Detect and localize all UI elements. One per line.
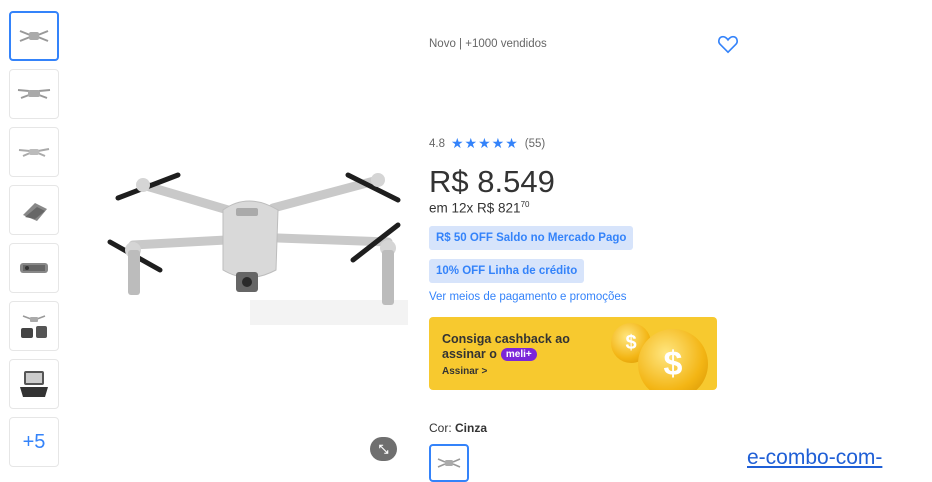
color-value: Cinza	[455, 421, 488, 435]
thumbnail-7[interactable]	[9, 359, 59, 409]
thumbnail-3[interactable]	[9, 127, 59, 177]
rating-value: 4.8	[429, 137, 445, 150]
star-rating-icon: ★★★★★	[451, 135, 519, 151]
color-label: Cor: Cinza	[429, 421, 488, 435]
subscribe-link[interactable]: Assinar >	[442, 366, 487, 377]
thumbnail-2[interactable]	[9, 69, 59, 119]
payment-methods-link[interactable]: Ver meios de pagamento e promoções	[429, 291, 627, 303]
review-count: (55)	[524, 137, 546, 150]
coin-icon: $	[638, 329, 708, 390]
url-fragment-link[interactable]: e-combo-com-	[747, 446, 882, 470]
discount-badge-credit: 10% OFF Linha de crédito	[429, 259, 585, 283]
condition-sales-label: Novo | +1000 vendidos	[429, 38, 547, 50]
more-images-button[interactable]: +5	[9, 417, 59, 467]
rating-summary[interactable]: 4.8 ★★★★★ (55)	[429, 135, 545, 152]
drone-kit-icon	[21, 315, 47, 338]
drone-folded-icon	[23, 203, 47, 221]
installments: em 12x R$ 82170	[429, 200, 530, 216]
drone-image	[107, 172, 401, 305]
drone-front-icon	[19, 30, 49, 42]
remote-controller-icon	[20, 371, 48, 397]
zoom-icon[interactable]: ⤡	[370, 437, 397, 461]
color-option-gray[interactable]	[429, 444, 469, 482]
heart-icon[interactable]	[717, 34, 739, 54]
cashback-title-line1: Consiga cashback ao	[442, 332, 570, 346]
thumbnail-5[interactable]	[9, 243, 59, 293]
thumbnail-1[interactable]	[9, 11, 59, 61]
drone-side-icon	[17, 89, 51, 99]
main-product-image[interactable]	[98, 150, 408, 325]
cashback-banner[interactable]: Consiga cashback ao assinar o meli+ Assi…	[429, 317, 717, 390]
drone-angle-icon	[18, 148, 50, 157]
cashback-title-line2: assinar o meli+	[442, 347, 537, 361]
drone-camera-icon	[20, 263, 48, 273]
price: R$ 8.549	[429, 164, 555, 199]
thumbnail-6[interactable]	[9, 301, 59, 351]
drone-front-icon	[437, 458, 461, 468]
thumbnail-4[interactable]	[9, 185, 59, 235]
thumbnail-list: +5	[9, 11, 59, 475]
meli-plus-badge: meli+	[500, 347, 537, 361]
discount-badge-balance: R$ 50 OFF Saldo no Mercado Pago	[429, 226, 634, 250]
